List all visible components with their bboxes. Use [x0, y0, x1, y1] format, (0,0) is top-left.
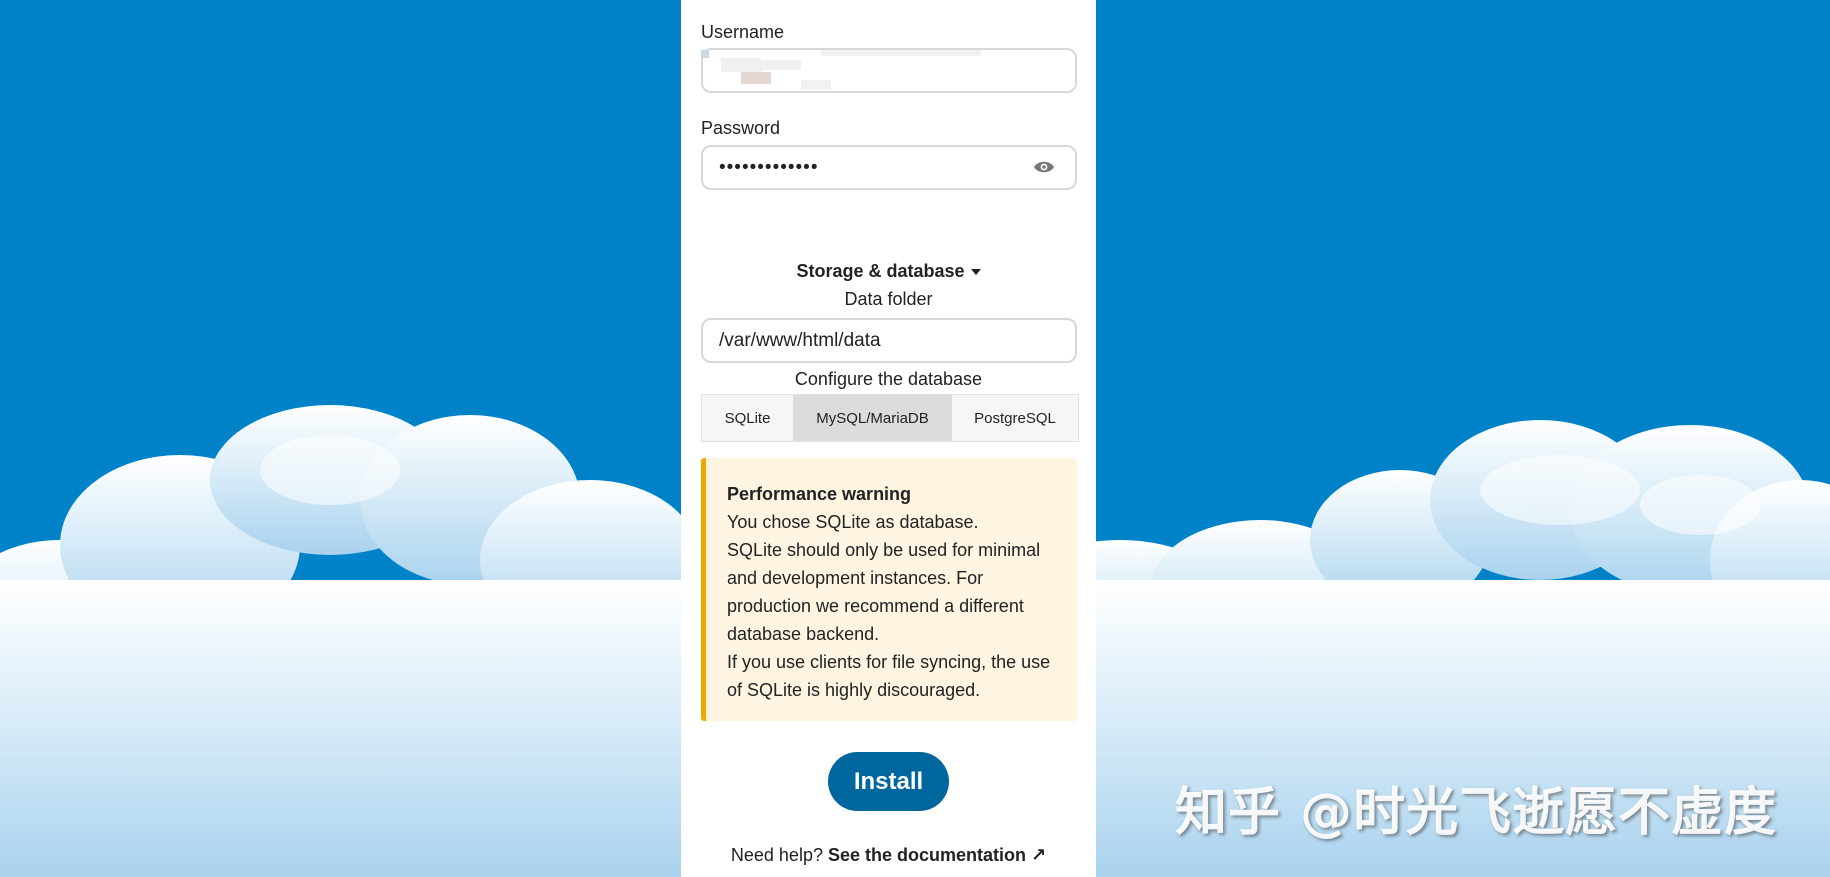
eye-icon[interactable]	[1033, 159, 1055, 175]
watermark: 知乎 @时光飞逝愿不虚度	[1175, 783, 1778, 843]
db-option-sqlite[interactable]: SQLite	[702, 395, 793, 441]
performance-warning: Performance warning You chose SQLite as …	[701, 458, 1077, 721]
storage-database-label: Storage & database	[796, 261, 965, 281]
db-option-mysql[interactable]: MySQL/MariaDB	[793, 395, 952, 441]
username-input[interactable]	[701, 48, 1077, 93]
password-value: •••••••••••••	[719, 156, 819, 178]
warning-title: Performance warning	[727, 484, 912, 504]
warning-line-1: You chose SQLite as database.	[727, 512, 979, 532]
db-option-postgresql[interactable]: PostgreSQL	[952, 395, 1078, 441]
documentation-link[interactable]: See the documentation ↗	[828, 845, 1046, 865]
username-label: Username	[701, 22, 785, 42]
database-selector: SQLite MySQL/MariaDB PostgreSQL	[701, 394, 1079, 442]
warning-line-3: If you use clients for file syncing, the…	[727, 652, 1051, 700]
caret-down-icon	[970, 269, 981, 276]
help-prefix: Need help?	[730, 845, 823, 865]
redacted-value	[701, 50, 981, 90]
data-folder-value: /var/www/html/data	[719, 329, 881, 351]
data-folder-label: Data folder	[844, 289, 933, 309]
warning-line-2: SQLite should only be used for minimal a…	[727, 540, 1041, 644]
install-button[interactable]: Install	[828, 752, 949, 811]
configure-db-label: Configure the database	[794, 369, 983, 389]
password-input[interactable]: •••••••••••••	[701, 145, 1077, 190]
setup-panel: Username Password ••••••••••••• Storage …	[681, 0, 1096, 877]
storage-database-toggle[interactable]: Storage & database	[681, 261, 1096, 282]
password-label: Password	[701, 118, 781, 138]
data-folder-input[interactable]: /var/www/html/data	[701, 318, 1077, 363]
help-line: Need help? See the documentation ↗	[681, 845, 1096, 866]
